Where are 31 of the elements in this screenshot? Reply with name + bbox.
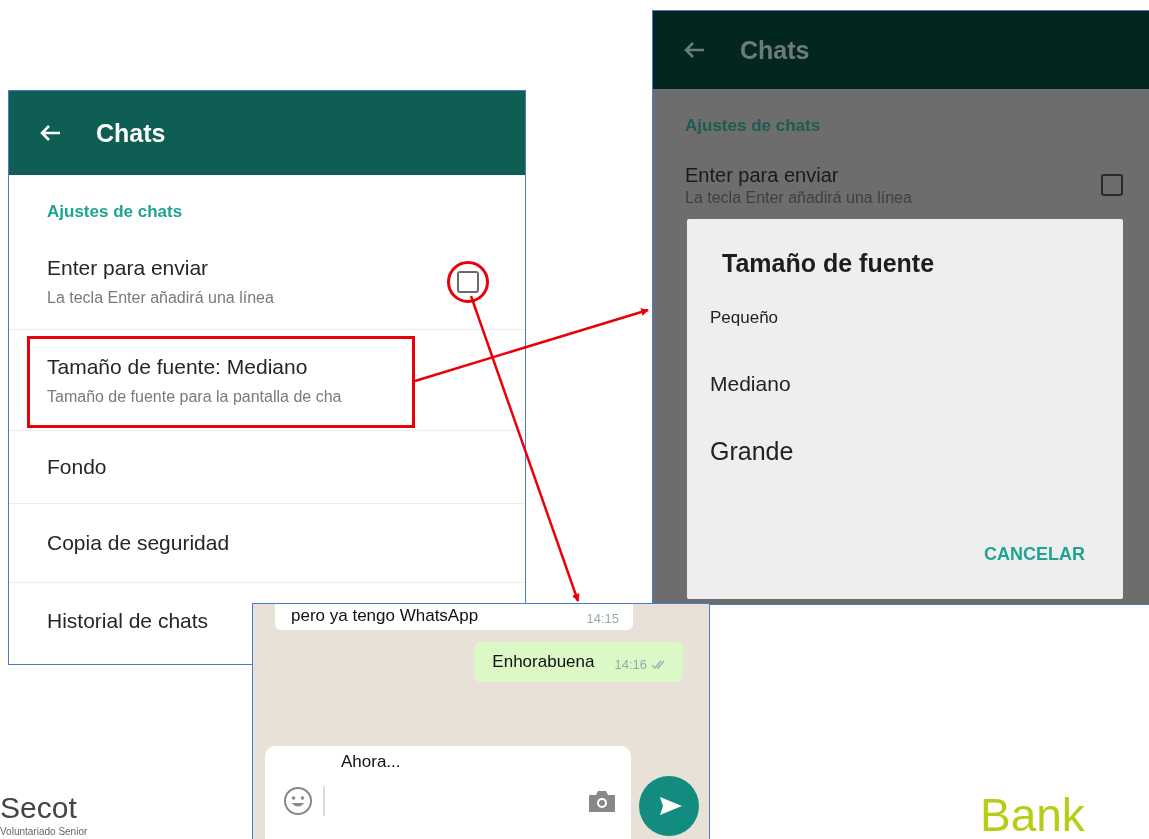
settings-item[interactable]: Tamaño de fuente: Mediano	[47, 354, 308, 379]
logo-text: Bank	[980, 792, 1085, 838]
checkbox[interactable]	[457, 270, 479, 293]
section-heading: Ajustes de chats	[46, 201, 184, 223]
item-title: Enter para enviar	[685, 164, 839, 187]
dialog-title: Tamaño de fuente	[721, 249, 936, 278]
back-arrow-icon[interactable]	[683, 41, 705, 59]
message-field[interactable]: Ahora...	[265, 746, 631, 839]
emoji-icon[interactable]	[283, 786, 313, 816]
message-time: 14:15	[586, 611, 619, 626]
send-button[interactable]	[639, 776, 699, 836]
settings-item[interactable]: Copia de seguridad	[47, 531, 230, 555]
item-subtitle: Tamaño de fuente para la pantalla de cha	[47, 387, 342, 406]
send-icon	[658, 795, 684, 817]
font-size-option[interactable]: Mediano	[710, 372, 1089, 396]
message-time: 14:16	[614, 657, 647, 672]
item-subtitle: La tecla Enter añadirá una línea	[47, 289, 274, 307]
font-size-option[interactable]: Pequeño	[710, 308, 1089, 328]
settings-item[interactable]: Historial de chats	[47, 609, 209, 633]
message-text: Enhorabuena	[492, 652, 595, 672]
logo-text: Secot	[0, 793, 78, 823]
screen-title: Chats	[96, 118, 166, 148]
settings-item[interactable]: Enter para enviar	[47, 256, 209, 280]
checkbox[interactable]	[1101, 174, 1123, 196]
message-text: pero ya tengo WhatsApp	[291, 606, 479, 626]
section-heading: Ajustes de chats	[684, 115, 822, 137]
camera-icon[interactable]	[587, 789, 617, 813]
logo-tagline: Voluntariado Senior	[0, 826, 88, 837]
font-size-option[interactable]: Grande	[710, 437, 1089, 466]
settings-item[interactable]: Fondo	[47, 455, 107, 479]
screen-title: Chats	[740, 35, 810, 65]
